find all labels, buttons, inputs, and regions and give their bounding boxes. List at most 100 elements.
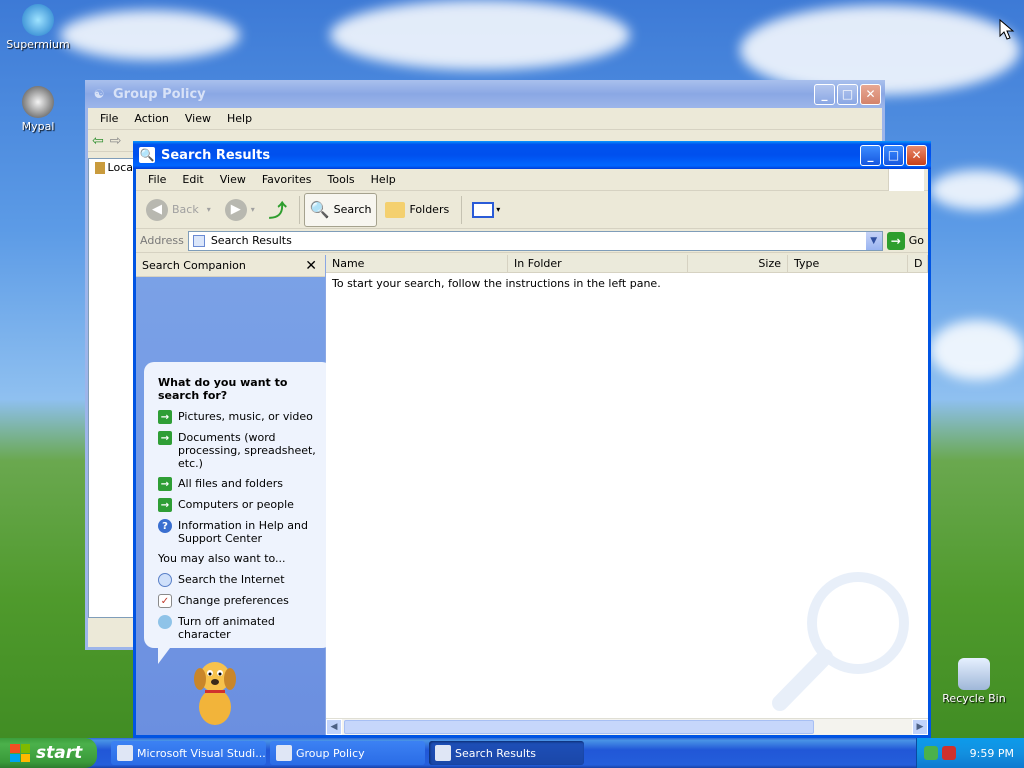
start-button[interactable]: start [0,738,97,768]
network-tray-icon[interactable] [923,746,938,760]
menu-action[interactable]: Action [126,110,176,127]
scroll-right-icon[interactable]: ▶ [912,719,928,735]
option-search-internet[interactable]: Search the Internet [158,573,322,587]
back-arrow-icon: ◀ [146,198,168,221]
search-heading: What do you want to search for? [158,376,288,402]
option-label: All files and folders [178,477,283,490]
window-title: Search Results [161,147,271,163]
toolbar-separator [461,195,463,224]
column-in-folder[interactable]: In Folder [508,255,688,272]
visual-studio-icon [117,745,133,761]
maximize-button[interactable]: □ [883,144,904,166]
menu-edit[interactable]: Edit [174,171,211,188]
option-documents[interactable]: → Documents (word processing, spreadshee… [158,431,322,470]
dropdown-arrow-icon[interactable]: ▾ [207,205,211,214]
group-policy-tree[interactable]: Loca [88,158,134,618]
scroll-left-icon[interactable]: ◀ [326,719,342,735]
search-bubble: What do you want to search for? → Pictur… [144,362,332,664]
menu-view[interactable]: View [177,110,219,127]
group-policy-icon [276,745,292,761]
address-input[interactable]: Search Results ▼ [187,230,883,251]
close-button[interactable]: ✕ [860,83,881,105]
security-tray-icon[interactable] [941,746,956,760]
forward-arrow-icon[interactable]: ⇨ [110,133,122,149]
taskbar-item-group-policy[interactable]: Group Policy [270,741,425,765]
search-button[interactable]: 🔍 Search [303,192,378,227]
desktop-icon-recycle-bin[interactable]: Recycle Bin [936,658,1012,705]
window-title: Group Policy [113,86,206,102]
menu-file[interactable]: File [92,110,126,127]
dropdown-arrow-icon[interactable]: ▾ [251,205,255,214]
address-dropdown-button[interactable]: ▼ [865,231,882,250]
column-size[interactable]: Size [688,255,788,272]
desktop-icon-mypal[interactable]: Mypal [0,86,76,133]
column-type[interactable]: Type [788,255,908,272]
search-window-icon [435,745,451,761]
horizontal-scrollbar[interactable]: ◀ ▶ [326,718,928,735]
option-change-preferences[interactable]: ✓ Change preferences [158,594,322,608]
search-companion-title: Search Companion [142,259,246,272]
menu-view[interactable]: View [212,171,254,188]
close-button[interactable]: ✕ [906,144,927,166]
desktop-icon-supermium[interactable]: Supermium [0,4,76,51]
green-arrow-icon: → [158,410,172,424]
back-arrow-icon[interactable]: ⇦ [92,133,104,149]
scroll-thumb[interactable] [344,720,814,734]
option-pictures[interactable]: → Pictures, music, or video [158,410,322,424]
go-label: Go [908,234,924,247]
column-name[interactable]: Name [326,255,508,272]
menu-help[interactable]: Help [219,110,260,127]
recycle-bin-icon [958,658,990,690]
minimize-button[interactable]: _ [814,83,835,105]
up-folder-icon: ⤴ [268,200,287,222]
go-button[interactable]: → Go [886,231,924,250]
internet-search-icon [158,573,172,587]
search-results-window[interactable]: 🔍 Search Results _ □ ✕ File Edit View Fa… [133,141,931,738]
folders-button[interactable]: Folders [379,193,455,227]
results-pane[interactable]: Name In Folder Size Type D To start your… [326,255,928,735]
search-window-icon: 🔍 [139,147,155,163]
task-label: Microsoft Visual Studi... [137,746,266,760]
menu-file[interactable]: File [140,171,174,188]
magnifier-watermark-icon [772,572,909,711]
green-arrow-icon: → [158,431,172,445]
column-date[interactable]: D [908,255,928,272]
mypal-icon [22,86,54,118]
taskbar-item-visual-studio[interactable]: Microsoft Visual Studi... [111,741,266,765]
close-pane-icon[interactable]: ✕ [305,258,317,274]
character-icon [158,615,172,629]
menu-help[interactable]: Help [363,171,404,188]
menu-tools[interactable]: Tools [320,171,363,188]
menu-favorites[interactable]: Favorites [254,171,320,188]
group-policy-titlebar[interactable]: ☯ Group Policy _ □ ✕ [85,80,885,108]
folder-icon [385,201,406,218]
desktop-icon-label: Recycle Bin [942,692,1006,705]
option-turn-off-character[interactable]: Turn off animated character [158,615,322,641]
windows-flag-icon [10,744,30,762]
option-label: Pictures, music, or video [178,410,313,423]
forward-button[interactable]: ▶ ▾ [219,193,261,227]
address-bar: Address Search Results ▼ → Go [136,229,928,253]
views-button[interactable]: ▾ [466,193,506,227]
minimize-button[interactable]: _ [860,144,881,166]
preferences-icon: ✓ [158,594,172,608]
back-button[interactable]: ◀ Back ▾ [140,193,217,227]
desktop-icon-label: Mypal [21,120,55,133]
help-icon: ? [158,519,172,533]
go-arrow-icon: → [886,231,905,250]
clock[interactable]: 9:59 PM [970,747,1014,760]
menu-bar: File Edit View Favorites Tools Help [136,169,928,191]
taskbar-item-search-results[interactable]: Search Results [429,741,584,765]
green-arrow-icon: → [158,477,172,491]
option-label: Documents (word processing, spreadsheet,… [178,431,316,470]
search-results-titlebar[interactable]: 🔍 Search Results _ □ ✕ [133,141,931,169]
supermium-icon [22,4,54,36]
up-folder-button[interactable]: ⤴ [263,193,293,227]
toolbar-separator [298,195,300,224]
option-help-center[interactable]: ? Information in Help and Support Center [158,519,322,545]
search-dog-icon[interactable] [188,655,242,727]
maximize-button[interactable]: □ [837,83,858,105]
option-computers-people[interactable]: → Computers or people [158,498,322,512]
option-all-files[interactable]: → All files and folders [158,477,322,491]
forward-arrow-icon: ▶ [224,198,247,221]
